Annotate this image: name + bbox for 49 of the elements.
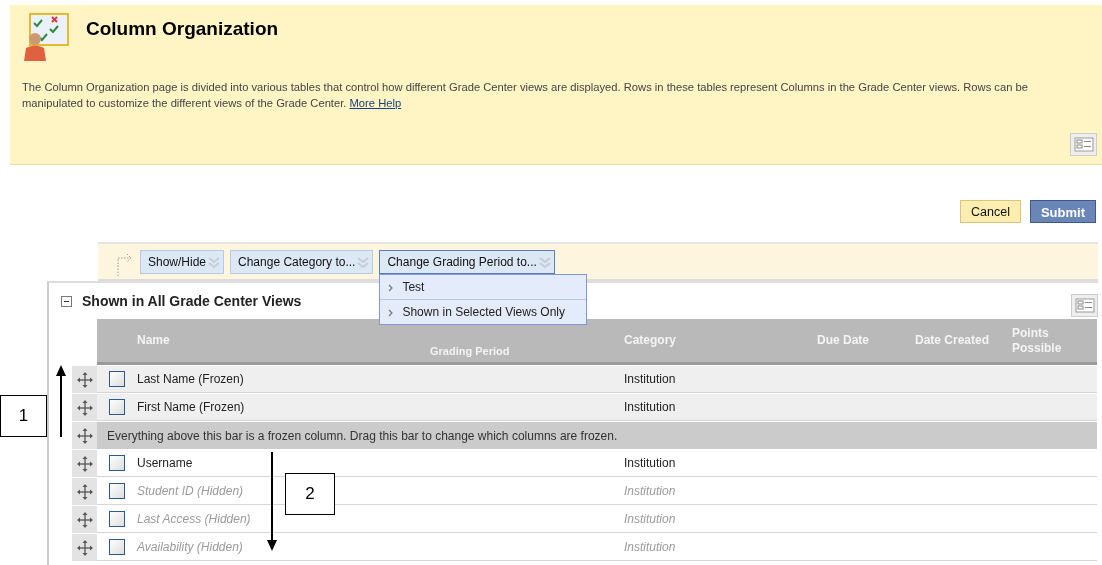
checkbox[interactable] [109,539,125,555]
move-icon[interactable] [76,483,93,500]
move-icon[interactable] [76,371,93,388]
collapse-icon[interactable] [61,295,72,307]
action-menu-button[interactable]: Show/Hide [140,250,225,274]
menu-item[interactable]: Test [380,275,587,300]
move-icon[interactable] [76,455,93,472]
frozen-divider-bar[interactable]: Everything above this bar is a frozen column. Drag this bar to change which columns are frozen. [97,422,1097,449]
checkbox[interactable] [109,483,125,499]
options-button[interactable] [1071,293,1098,317]
category-text: Institution [624,483,676,500]
list-icon [1073,137,1094,152]
column-name: Last Name (Frozen) [137,371,244,388]
section-title: Shown in All Grade Center Views [82,291,302,311]
callout-label: 1 [0,395,47,437]
category-text: Institution [624,455,676,472]
arrow [56,365,66,437]
checkbox[interactable] [109,371,125,387]
column-name: Last Access (Hidden) [137,511,251,528]
checkbox[interactable] [109,399,125,415]
callout-label: 2 [285,473,335,515]
action-menu-button[interactable]: Change Grading Period to... [379,250,555,274]
double-chevron-icon [208,256,221,268]
submit-button[interactable]: Submit [1029,200,1096,223]
category-text: Institution [624,539,676,556]
column-name: First Name (Frozen) [137,399,245,416]
move-icon[interactable] [76,511,93,528]
category-text: Institution [624,511,676,528]
column-name: Availability (Hidden) [137,539,243,556]
menu-item[interactable]: Shown in Selected Views Only [380,300,587,324]
move-icon[interactable] [76,539,93,556]
options-button[interactable] [1070,133,1097,156]
grade-board-icon [22,11,72,61]
checkbox[interactable] [109,511,125,527]
move-icon[interactable] [76,427,93,444]
list-icon [1074,297,1095,313]
column-name: Username [137,455,193,472]
category-text: Institution [624,399,676,416]
page-description: The Column Organization page is divided into various tables that control how different Grade Center views are displayed. Rows in these tables represent Columns in the Grade Center views. Rows can be manipulated to customize the different views of the Grade Center. More Help [22,80,1029,111]
page-title: Column Organization [86,17,279,41]
checkbox[interactable] [109,455,125,471]
cancel-button[interactable]: Cancel [960,200,1021,223]
action-menu-button[interactable]: Change Category to... [230,250,374,274]
double-chevron-icon [357,256,370,268]
move-icon[interactable] [76,399,93,416]
double-chevron-icon [538,256,551,268]
more-help-link[interactable]: More Help [349,97,402,109]
category-text: Institution [624,371,676,388]
column-name: Student ID (Hidden) [137,483,244,500]
